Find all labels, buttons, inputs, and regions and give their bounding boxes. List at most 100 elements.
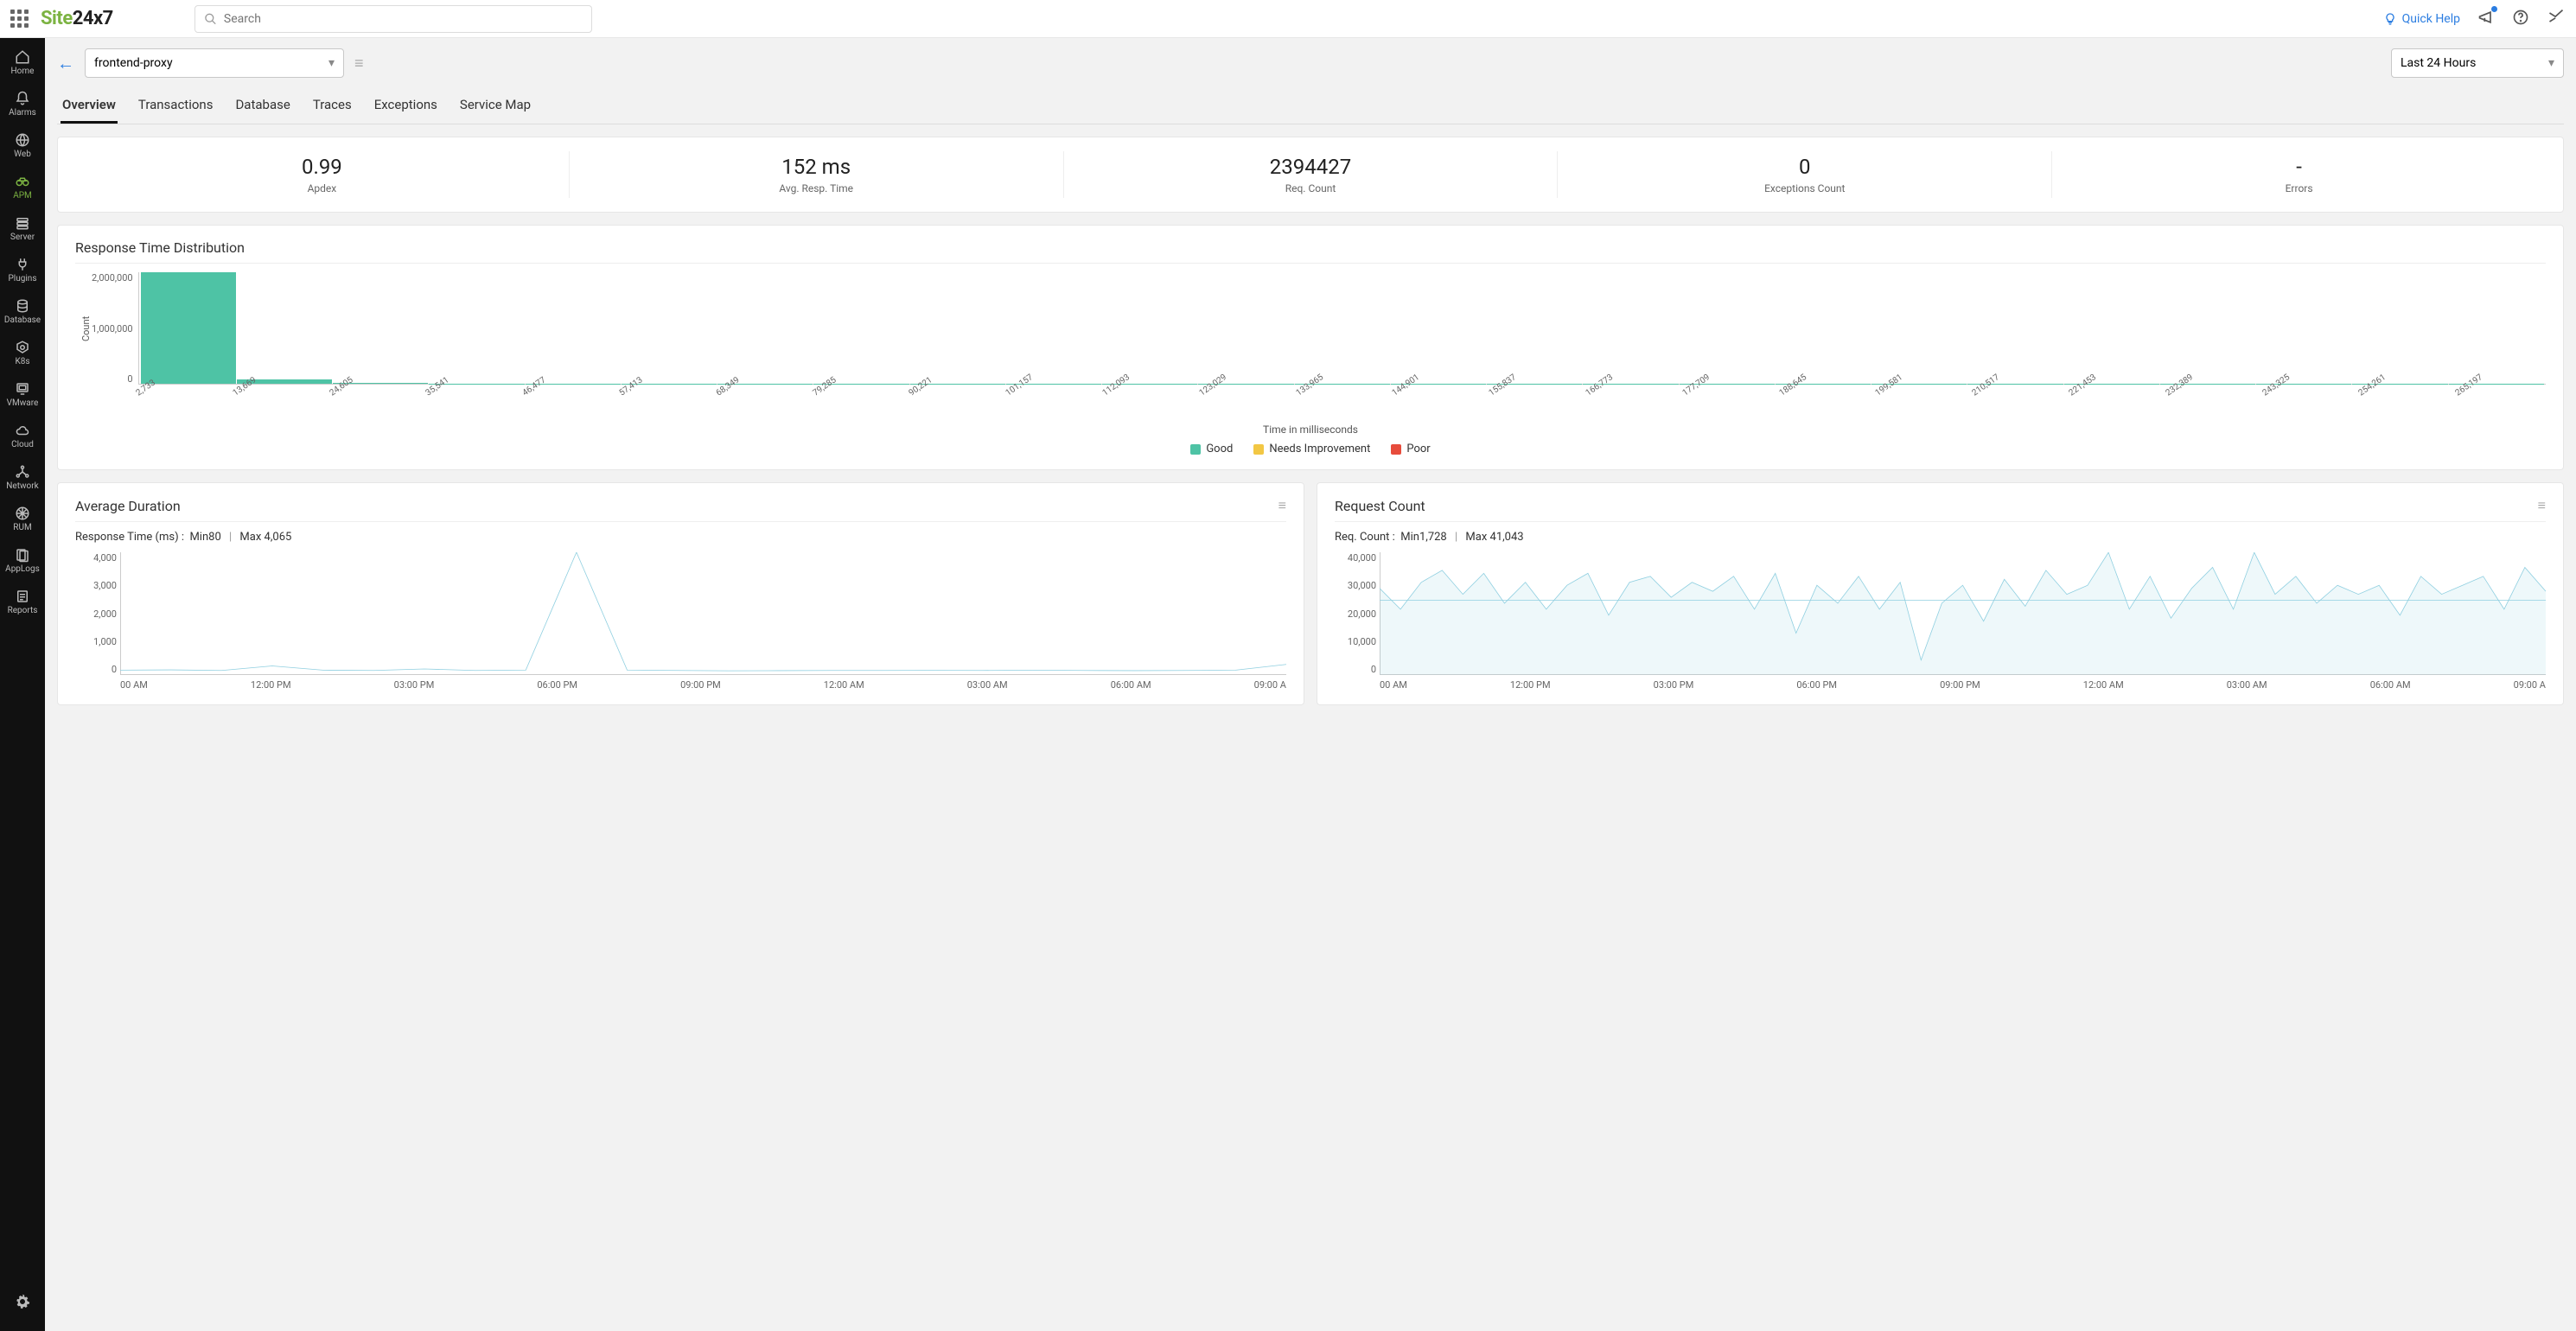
request-count-card: Request Count ≡ Req. Count : Min1,728 | M… bbox=[1317, 482, 2564, 705]
sidebar-item-label: Cloud bbox=[11, 440, 34, 449]
sidebar: Home Alarms Web APM Server Plugins Database K8s… bbox=[0, 38, 45, 1331]
metric-label: Req. Count bbox=[1073, 182, 1549, 194]
sidebar-item-label: RUM bbox=[13, 523, 31, 532]
sidebar-item-k8s[interactable]: K8s bbox=[4, 332, 41, 373]
metric-value: 0 bbox=[1566, 155, 2043, 179]
req-title: Request Count bbox=[1335, 498, 1425, 514]
tab-overview[interactable]: Overview bbox=[61, 88, 118, 124]
notification-dot bbox=[2491, 6, 2497, 12]
search-input[interactable] bbox=[224, 12, 583, 26]
rtd-yaxis: 2,000,0001,000,0000 bbox=[92, 272, 138, 385]
sidebar-item-label: Server bbox=[10, 232, 35, 242]
net-icon bbox=[15, 464, 30, 480]
home-icon bbox=[15, 49, 30, 65]
announcements-icon[interactable] bbox=[2477, 9, 2495, 29]
quick-help-label: Quick Help bbox=[2402, 12, 2460, 26]
rtd-ylabel: Count bbox=[75, 272, 92, 385]
service-selector[interactable]: frontend-proxy ▾ bbox=[85, 48, 344, 78]
settings-button[interactable] bbox=[0, 1281, 45, 1322]
back-button[interactable]: ← bbox=[57, 53, 74, 74]
sidebar-item-alarms[interactable]: Alarms bbox=[4, 83, 41, 124]
req-subhead: Req. Count : Min1,728 | Max 41,043 bbox=[1335, 531, 2546, 544]
account-icon[interactable] bbox=[2547, 9, 2566, 29]
lightbulb-icon bbox=[2383, 12, 2397, 26]
rtd-legend: Good Needs Improvement Poor bbox=[75, 443, 2546, 455]
rum-icon bbox=[15, 506, 30, 521]
db-icon bbox=[15, 298, 30, 314]
sidebar-item-label: Network bbox=[6, 481, 38, 491]
sidebar-item-home[interactable]: Home bbox=[4, 41, 41, 83]
avg-duration-chart[interactable]: 4,0003,0002,0001,0000 00 AM12:00 PM03:00… bbox=[75, 552, 1286, 691]
sidebar-item-reports[interactable]: Reports bbox=[4, 581, 41, 622]
metric-req-count: 2394427 Req. Count bbox=[1064, 151, 1559, 198]
avg-subhead: Response Time (ms) : Min80 | Max 4,065 bbox=[75, 531, 1286, 544]
metric-label: Avg. Resp. Time bbox=[578, 182, 1055, 194]
quick-help-link[interactable]: Quick Help bbox=[2383, 12, 2460, 26]
legend-item[interactable]: Poor bbox=[1391, 443, 1430, 455]
chevron-down-icon: ▾ bbox=[328, 56, 335, 70]
metric-label: Errors bbox=[2061, 182, 2537, 194]
sidebar-item-label: APM bbox=[13, 191, 32, 201]
search-icon bbox=[204, 12, 217, 26]
avg-title: Average Duration bbox=[75, 498, 181, 514]
timerange-selector[interactable]: Last 24 Hours ▾ bbox=[2391, 48, 2564, 78]
tab-database[interactable]: Database bbox=[233, 88, 291, 124]
sidebar-item-server[interactable]: Server bbox=[4, 207, 41, 249]
sidebar-item-label: AppLogs bbox=[5, 564, 40, 574]
sidebar-item-vmware[interactable]: VMware bbox=[4, 373, 41, 415]
sidebar-item-apm[interactable]: APM bbox=[4, 166, 41, 207]
service-name: frontend-proxy bbox=[94, 56, 173, 70]
help-icon[interactable] bbox=[2512, 9, 2529, 29]
globe-icon bbox=[15, 132, 30, 148]
kpi-card: 0.99 Apdex 152 ms Avg. Resp. Time 2394427 Req… bbox=[57, 137, 2564, 213]
sidebar-item-label: Alarms bbox=[9, 108, 36, 118]
logs-icon bbox=[15, 547, 30, 563]
card-menu-icon[interactable]: ≡ bbox=[1278, 497, 1286, 514]
sidebar-item-database[interactable]: Database bbox=[4, 290, 41, 332]
metric-value: 0.99 bbox=[84, 155, 560, 179]
tab-traces[interactable]: Traces bbox=[311, 88, 354, 124]
k8s-icon bbox=[15, 340, 30, 355]
list-view-icon[interactable]: ≡ bbox=[354, 54, 364, 73]
rtd-bar[interactable] bbox=[141, 272, 236, 384]
gear-icon bbox=[15, 1294, 30, 1309]
sidebar-item-network[interactable]: Network bbox=[4, 456, 41, 498]
stack-icon bbox=[15, 215, 30, 231]
chevron-down-icon: ▾ bbox=[2548, 56, 2554, 70]
rtd-xlabel: Time in milliseconds bbox=[75, 424, 2546, 436]
sidebar-item-label: Reports bbox=[8, 606, 38, 615]
metric-value: 2394427 bbox=[1073, 155, 1549, 179]
sidebar-item-label: Database bbox=[4, 315, 41, 325]
metric-exceptions-count: 0 Exceptions Count bbox=[1558, 151, 2052, 198]
metric-label: Exceptions Count bbox=[1566, 182, 2043, 194]
tab-exceptions[interactable]: Exceptions bbox=[373, 88, 439, 124]
sidebar-item-label: VMware bbox=[7, 398, 39, 408]
sidebar-item-label: Home bbox=[11, 67, 35, 76]
tab-service-map[interactable]: Service Map bbox=[458, 88, 532, 124]
legend-item[interactable]: Needs Improvement bbox=[1253, 443, 1370, 455]
global-search[interactable] bbox=[194, 5, 592, 33]
topbar: Site24x7 Quick Help bbox=[0, 0, 2576, 38]
sidebar-item-applogs[interactable]: AppLogs bbox=[4, 539, 41, 581]
metric-label: Apdex bbox=[84, 182, 560, 194]
metric-value: 152 ms bbox=[578, 155, 1055, 179]
rtd-title: Response Time Distribution bbox=[75, 239, 2546, 264]
apps-grid-icon[interactable] bbox=[10, 10, 29, 28]
legend-item[interactable]: Good bbox=[1190, 443, 1233, 455]
page-tabs: Overview Transactions Database Traces Except… bbox=[57, 88, 2564, 124]
plug-icon bbox=[15, 257, 30, 272]
response-time-distribution-card: Response Time Distribution Count 2,000,0… bbox=[57, 225, 2564, 470]
cloud-icon bbox=[15, 423, 30, 438]
report-icon bbox=[15, 589, 30, 604]
card-menu-icon[interactable]: ≡ bbox=[2538, 497, 2546, 514]
bell-icon bbox=[15, 91, 30, 106]
tab-transactions[interactable]: Transactions bbox=[137, 88, 215, 124]
sidebar-item-cloud[interactable]: Cloud bbox=[4, 415, 41, 456]
request-count-chart[interactable]: 40,00030,00020,00010,0000 00 AM12:00 PM0… bbox=[1335, 552, 2546, 691]
sidebar-item-rum[interactable]: RUM bbox=[4, 498, 41, 539]
sidebar-item-web[interactable]: Web bbox=[4, 124, 41, 166]
metric-errors: -Errors bbox=[2052, 151, 2546, 198]
sidebar-item-plugins[interactable]: Plugins bbox=[4, 249, 41, 290]
sidebar-item-label: K8s bbox=[15, 357, 29, 366]
rtd-xaxis: 2,73313,66924,60535,54146,47757,41368,34… bbox=[131, 385, 2546, 394]
